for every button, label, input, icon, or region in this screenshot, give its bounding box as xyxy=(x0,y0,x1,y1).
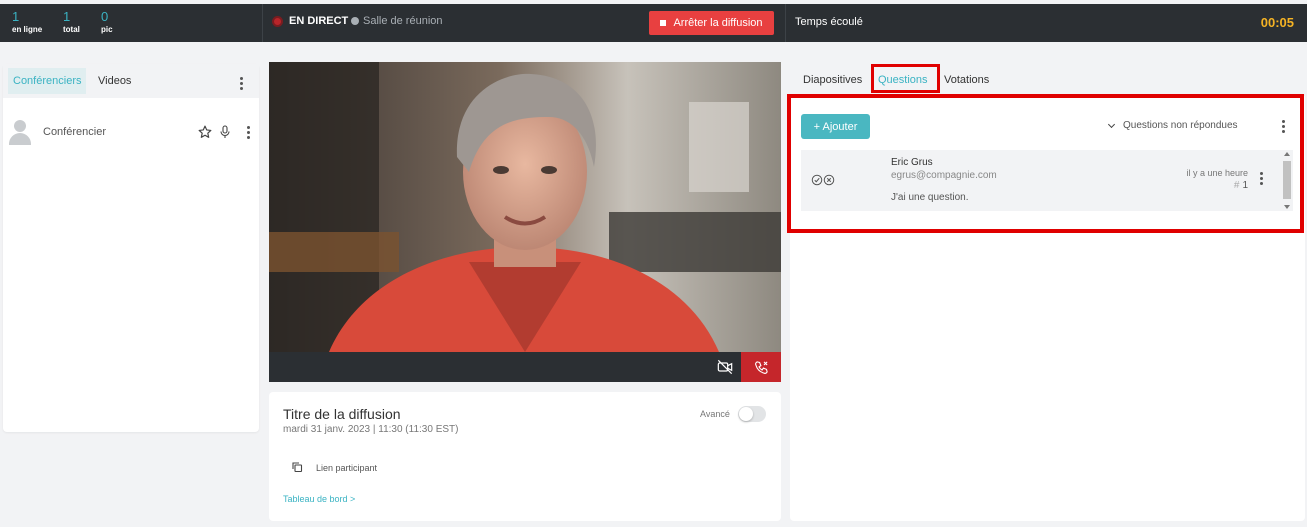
video-image xyxy=(269,62,781,352)
speaker-row: Conférencier xyxy=(3,114,259,150)
elapsed-timer: 00:05 xyxy=(1260,15,1294,30)
stat-total: 1 total xyxy=(63,9,80,35)
advanced-toggle[interactable] xyxy=(738,406,766,422)
live-indicator: EN DIRECT xyxy=(272,15,348,27)
speakers-menu-icon[interactable] xyxy=(239,77,243,92)
broadcast-info-card: Titre de la diffusion mardi 31 janv. 202… xyxy=(269,392,781,521)
speaker-name: Conférencier xyxy=(43,126,106,138)
stop-broadcast-button[interactable]: Arrêter la diffusion xyxy=(649,11,774,35)
camera-off-icon[interactable] xyxy=(717,359,733,375)
tab-videos[interactable]: Videos xyxy=(93,68,136,94)
highlight-questions-tab xyxy=(871,64,940,93)
tab-polls[interactable]: Votations xyxy=(944,74,989,86)
phone-hangup-icon xyxy=(754,360,768,374)
room-indicator: Salle de réunion xyxy=(351,15,443,27)
video-feed xyxy=(269,62,781,352)
advanced-label: Avancé xyxy=(700,409,730,419)
microphone-icon[interactable] xyxy=(219,125,231,139)
interaction-tabs: Diapositives Questions Votations xyxy=(790,64,1305,96)
copy-icon[interactable] xyxy=(291,461,303,473)
speaker-menu-icon[interactable] xyxy=(246,126,250,141)
highlight-questions-area xyxy=(787,94,1304,233)
stop-broadcast-label: Arrêter la diffusion xyxy=(673,17,763,29)
stat-online: 1 en ligne xyxy=(12,9,43,35)
stop-icon xyxy=(660,20,667,26)
video-controls-bar xyxy=(269,352,781,382)
room-icon xyxy=(351,17,359,25)
participant-link[interactable]: Lien participant xyxy=(316,463,377,473)
speakers-panel: Conférenciers Videos Conférencier xyxy=(3,64,259,432)
dashboard-link[interactable]: Tableau de bord > xyxy=(283,494,355,504)
tab-slides[interactable]: Diapositives xyxy=(803,74,862,86)
divider xyxy=(785,4,786,42)
end-call-button[interactable] xyxy=(741,352,781,382)
tab-speakers[interactable]: Conférenciers xyxy=(8,68,87,94)
speakers-tabs: Conférenciers Videos xyxy=(3,64,259,98)
divider xyxy=(262,4,263,42)
star-icon[interactable] xyxy=(198,125,212,139)
live-label: EN DIRECT xyxy=(289,15,349,27)
stat-peak: 0 pic xyxy=(101,9,113,35)
room-label: Salle de réunion xyxy=(363,15,443,27)
elapsed-label: Temps écoulé xyxy=(795,16,863,28)
broadcast-title: Titre de la diffusion xyxy=(283,406,401,422)
broadcast-datetime: mardi 31 janv. 2023 | 11:30 (11:30 EST) xyxy=(283,424,459,435)
avatar xyxy=(9,120,31,146)
top-bar: 1 en ligne 1 total 0 pic EN DIRECT Salle… xyxy=(0,4,1307,42)
live-dot-icon xyxy=(272,15,283,27)
